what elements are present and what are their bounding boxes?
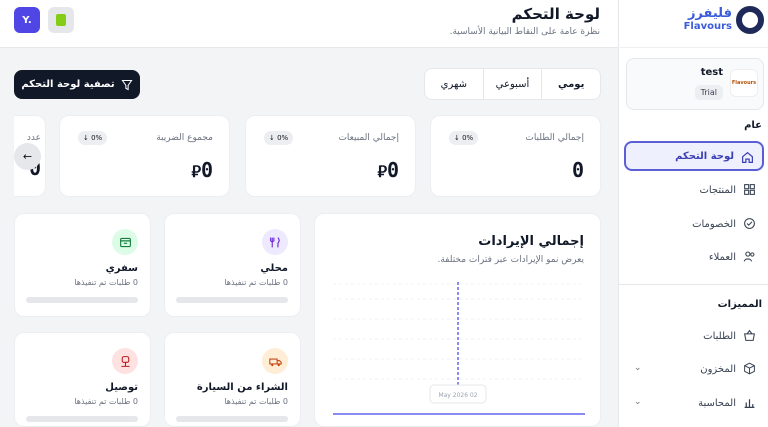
basket-icon	[743, 329, 756, 341]
user-menu-button[interactable]: Y.	[14, 7, 40, 33]
sidebar-item-label: الطلبات	[703, 330, 736, 342]
brand-logo[interactable]: فليفرز Flavours	[618, 0, 768, 48]
filter-dashboard-button[interactable]: تصفية لوحة التحكم	[14, 70, 140, 99]
sidebar-item-inventory[interactable]: المخزون ⌄	[624, 354, 764, 384]
section-general-label: عام	[744, 120, 762, 131]
page-title: لوحة التحكم	[511, 5, 600, 23]
period-tabs: شهري أسبوعي يومي	[424, 68, 601, 100]
logo-mark-icon	[736, 6, 764, 34]
grid-icon	[744, 184, 755, 195]
store-switcher[interactable]: Flavours test Trial	[626, 58, 764, 110]
page-subtitle: نظرة عامة على النقاط البيانية الأساسية.	[449, 27, 600, 37]
tab-weekly[interactable]: أسبوعي	[482, 69, 542, 99]
stat-value: ⃁0	[377, 158, 399, 182]
order-type-progress	[176, 297, 288, 303]
change-badge: ↓ 0%	[264, 131, 294, 145]
store-logo: Flavours	[730, 69, 758, 97]
sidebar-item-label: المخزون	[700, 363, 736, 375]
sidebar-item-label: العملاء	[708, 251, 736, 263]
sidebar: فليفرز Flavours Flavours test Trial عام …	[618, 0, 768, 427]
section-features-label: المميزات	[717, 299, 762, 310]
stat-value: 0	[571, 158, 584, 182]
sidebar-item-orders[interactable]: الطلبات	[624, 321, 764, 351]
discount-icon	[744, 218, 755, 229]
revenue-subtitle: يعرض نمو الإيرادات عبر فترات مختلفة.	[437, 255, 584, 265]
status-icon	[56, 14, 66, 26]
delivery-icon	[112, 348, 138, 374]
stat-label: إجمالي المبيعات	[338, 133, 399, 143]
filter-icon	[121, 79, 133, 90]
sidebar-item-label: المحاسبة	[698, 397, 736, 409]
stat-card-total-sales: إجمالي المبيعات ↓ 0% ⃁0	[245, 115, 416, 197]
filter-button-label: تصفية لوحة التحكم	[21, 79, 115, 90]
plan-badge: Trial	[694, 85, 723, 100]
order-type-progress	[26, 416, 138, 422]
sidebar-item-products[interactable]: المنتجات	[624, 175, 764, 205]
brand-name-ar: فليفرز	[687, 6, 732, 21]
stat-value: ⃁0	[191, 158, 213, 182]
order-type-subtitle: 0 طلبات تم تنفيذها	[224, 278, 288, 287]
tab-monthly[interactable]: شهري	[425, 69, 483, 99]
home-icon	[742, 151, 753, 163]
sidebar-item-label: المنتجات	[699, 184, 736, 196]
order-type-title: محلي	[260, 263, 288, 274]
order-type-title: سفري	[105, 263, 138, 274]
dinein-icon	[262, 229, 288, 255]
chart-icon	[744, 399, 755, 408]
stat-label: مجموع الضريبة	[156, 133, 213, 143]
order-type-dine-in[interactable]: محلي 0 طلبات تم تنفيذها	[164, 213, 301, 317]
revenue-chart[interactable]: May 2026 02	[315, 274, 602, 427]
brand-name-en: Flavours	[683, 21, 732, 32]
order-type-delivery[interactable]: توصيل 0 طلبات تم تنفيذها	[14, 332, 151, 427]
scroll-left-button[interactable]: ←	[14, 143, 41, 170]
sidebar-item-discounts[interactable]: الخصومات	[624, 209, 764, 239]
order-type-progress	[176, 416, 288, 422]
users-icon	[743, 251, 755, 262]
order-type-takeaway[interactable]: سفري 0 طلبات تم تنفيذها	[14, 213, 151, 317]
stat-card-total-tax: مجموع الضريبة ↓ 0% ⃁0	[59, 115, 230, 197]
chevron-down-icon[interactable]: ⌄	[634, 397, 642, 407]
change-badge: ↓ 0%	[78, 131, 108, 145]
stat-label: عدد	[26, 133, 41, 143]
change-badge: ↓ 0%	[449, 131, 479, 145]
riyal-icon: ⃁	[377, 162, 387, 181]
drive-thru-icon	[262, 348, 288, 374]
order-type-subtitle: 0 طلبات تم تنفيذها	[224, 397, 288, 406]
riyal-icon: ⃁	[191, 162, 201, 181]
sidebar-item-accounting[interactable]: المحاسبة ⌄	[624, 388, 764, 418]
stat-label: إجمالي الطلبات	[525, 133, 584, 143]
tab-daily[interactable]: يومي	[541, 69, 600, 99]
sidebar-item-customers[interactable]: العملاء	[624, 242, 764, 272]
store-name: test	[700, 67, 723, 78]
revenue-title: إجمالي الإيرادات	[478, 234, 584, 249]
order-type-title: الشراء من السيارة	[196, 382, 288, 393]
order-type-subtitle: 0 طلبات تم تنفيذها	[74, 278, 138, 287]
stat-card-total-orders: إجمالي الطلبات ↓ 0% 0	[430, 115, 601, 197]
sidebar-item-label: لوحة التحكم	[675, 150, 734, 162]
sidebar-item-dashboard[interactable]: لوحة التحكم	[624, 141, 764, 171]
top-header: لوحة التحكم نظرة عامة على النقاط البياني…	[0, 0, 618, 48]
arrow-left-icon: ←	[22, 150, 33, 163]
tooltip-date: May 2026 02	[438, 392, 477, 399]
takeaway-icon	[112, 229, 138, 255]
order-type-drive-thru[interactable]: الشراء من السيارة 0 طلبات تم تنفيذها	[164, 332, 301, 427]
chevron-down-icon[interactable]: ⌄	[634, 363, 642, 373]
sidebar-divider	[618, 284, 768, 285]
order-type-progress	[26, 297, 138, 303]
store-status-button[interactable]	[48, 7, 74, 33]
order-type-subtitle: 0 طلبات تم تنفيذها	[74, 397, 138, 406]
revenue-card: إجمالي الإيرادات يعرض نمو الإيرادات عبر …	[314, 213, 601, 427]
box-icon	[744, 362, 755, 375]
sidebar-item-label: الخصومات	[692, 218, 736, 230]
order-type-title: توصيل	[105, 382, 138, 393]
